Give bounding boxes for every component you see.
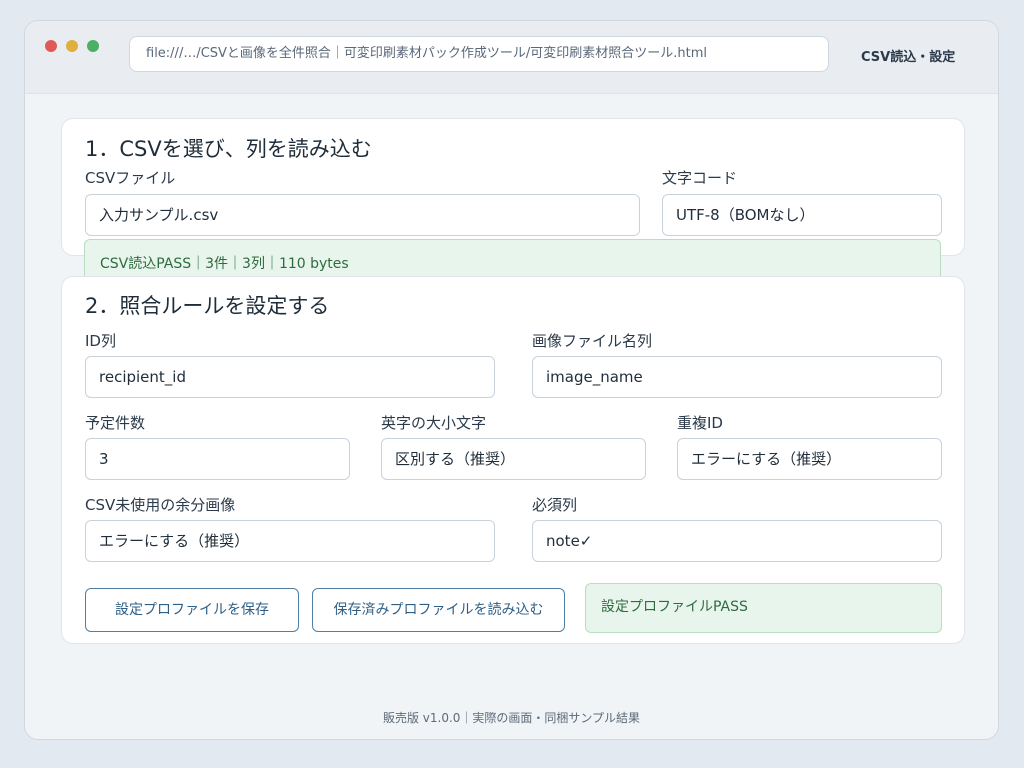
browser-window: file:///…/CSVと画像を全件照合｜可変印刷素材パック作成ツール/可変印… bbox=[24, 20, 999, 740]
profile-status: 設定プロファイルPASS bbox=[585, 583, 942, 633]
close-window-button[interactable] bbox=[45, 40, 57, 52]
footer-note: 販売版 v1.0.0｜実際の画面・同梱サンプル結果 bbox=[382, 711, 641, 725]
extra-images-label: CSV未使用の余分画像 bbox=[85, 496, 236, 514]
planned-count-input[interactable]: 3 bbox=[85, 438, 350, 480]
match-rules-title: 2．照合ルールを設定する bbox=[85, 294, 330, 318]
required-columns-select[interactable]: note✓ bbox=[532, 520, 942, 562]
id-column-select[interactable]: recipient_id bbox=[85, 356, 495, 398]
duplicate-id-label: 重複ID bbox=[677, 414, 723, 432]
id-column-label: ID列 bbox=[85, 332, 116, 350]
minimize-window-button[interactable] bbox=[66, 40, 78, 52]
save-profile-button[interactable]: 設定プロファイルを保存 bbox=[85, 588, 299, 632]
duplicate-id-select[interactable]: エラーにする（推奨） bbox=[677, 438, 942, 480]
planned-count-label: 予定件数 bbox=[85, 414, 146, 432]
image-column-label: 画像ファイル名列 bbox=[532, 332, 653, 350]
page-tab-title: CSV読込・設定 bbox=[861, 50, 956, 65]
case-sensitivity-label: 英字の大小文字 bbox=[381, 414, 487, 432]
title-bar: file:///…/CSVと画像を全件照合｜可変印刷素材パック作成ツール/可変印… bbox=[25, 21, 998, 94]
csv-file-field[interactable]: 入力サンプル.csv bbox=[85, 194, 640, 236]
maximize-window-button[interactable] bbox=[87, 40, 99, 52]
encoding-label: 文字コード bbox=[662, 169, 738, 187]
image-column-select[interactable]: image_name bbox=[532, 356, 942, 398]
required-columns-label: 必須列 bbox=[532, 496, 578, 514]
csv-file-label: CSVファイル bbox=[85, 169, 176, 187]
load-profile-button[interactable]: 保存済みプロファイルを読み込む bbox=[312, 588, 565, 632]
extra-images-select[interactable]: エラーにする（推奨） bbox=[85, 520, 495, 562]
encoding-select[interactable]: UTF-8（BOMなし） bbox=[662, 194, 942, 236]
csv-section-title: 1．CSVを選び、列を読み込む bbox=[85, 137, 372, 161]
match-rules-card: 2．照合ルールを設定する ID列 recipient_id 画像ファイル名列 i… bbox=[61, 276, 965, 644]
case-sensitivity-select[interactable]: 区別する（推奨） bbox=[381, 438, 646, 480]
csv-section-card: 1．CSVを選び、列を読み込む CSVファイル 入力サンプル.csv 文字コード… bbox=[61, 118, 965, 256]
address-bar[interactable]: file:///…/CSVと画像を全件照合｜可変印刷素材パック作成ツール/可変印… bbox=[129, 36, 829, 72]
